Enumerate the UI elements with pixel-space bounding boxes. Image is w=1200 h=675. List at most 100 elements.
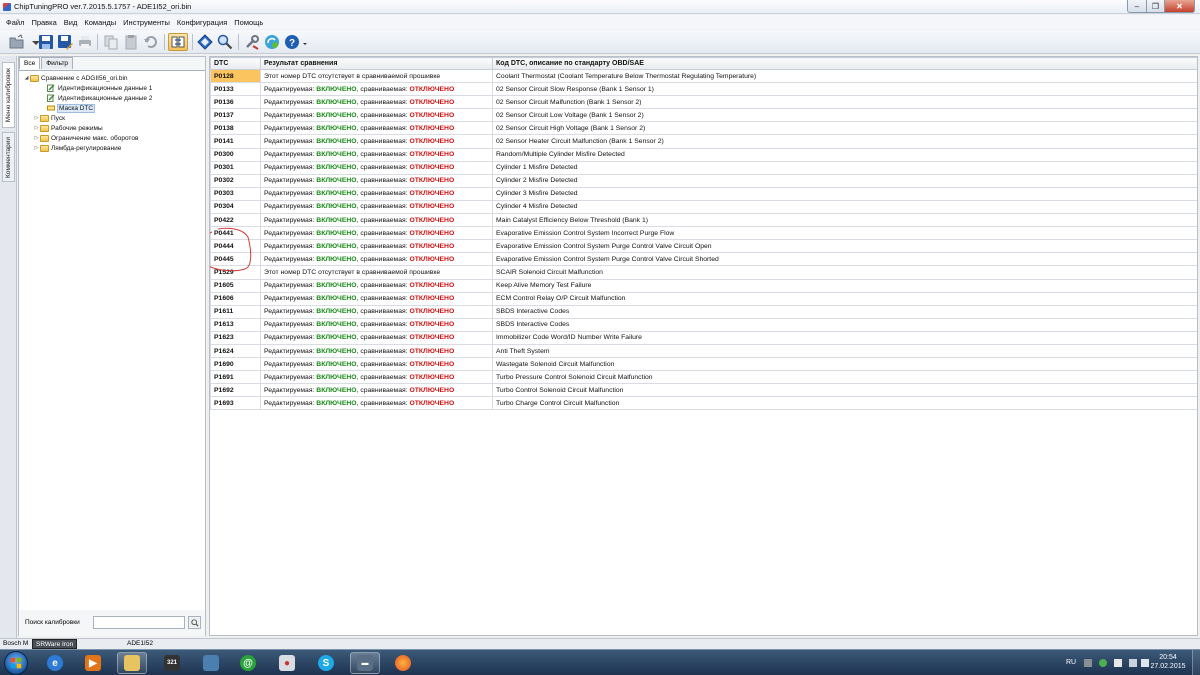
dtc-description-cell[interactable]: Random/Multiple Cylinder Misfire Detecte… [492, 147, 1197, 162]
table-row[interactable]: P1623 Редактируемая: ВКЛЮЧЕНО, сравниваем… [210, 330, 1197, 345]
tab-calibration-menu[interactable]: Меню калибровок [2, 62, 15, 128]
comparison-result-cell[interactable]: Редактируемая: ВКЛЮЧЕНО, сравниваемая: О… [260, 82, 493, 97]
dtc-description-cell[interactable]: Cylinder 4 Misfire Detected [492, 199, 1197, 215]
dtc-code-cell[interactable]: P0304 [210, 199, 261, 215]
table-row[interactable]: P1692 Редактируемая: ВКЛЮЧЕНО, сравниваем… [210, 383, 1197, 398]
dtc-description-cell[interactable]: 02 Sensor Circuit Slow Response (Bank 1 … [492, 82, 1197, 97]
comparison-result-cell[interactable]: Редактируемая: ВКЛЮЧЕНО, сравниваемая: О… [260, 160, 493, 175]
comparison-result-cell[interactable]: Редактируемая: ВКЛЮЧЕНО, сравниваемая: О… [260, 134, 493, 149]
collapsed-arrow-icon[interactable]: ▷ [33, 145, 40, 151]
chiptuning-icon[interactable]: ▬ [350, 652, 380, 674]
comparison-result-cell[interactable]: Редактируемая: ВКЛЮЧЕНО, сравниваемая: О… [260, 108, 493, 123]
tray-expand-icon[interactable] [1084, 659, 1092, 667]
ie-icon[interactable]: e [40, 652, 70, 674]
dtc-description-cell[interactable]: SBDS Interactive Codes [492, 304, 1197, 319]
tray-app-icon[interactable] [1099, 659, 1107, 667]
save-icon[interactable] [37, 33, 55, 51]
clock[interactable]: 20:54 27.02.2015 [1148, 653, 1188, 671]
table-row[interactable]: P1693 Редактируемая: ВКЛЮЧЕНО, сравниваем… [210, 396, 1197, 411]
copy-icon[interactable] [102, 33, 120, 51]
table-row[interactable]: P0300 Редактируемая: ВКЛЮЧЕНО, сравниваем… [210, 147, 1197, 162]
paste-icon[interactable] [122, 33, 140, 51]
collapsed-arrow-icon[interactable]: ▷ [33, 115, 40, 121]
dtc-code-cell[interactable]: P0445 [210, 252, 261, 267]
table-row[interactable]: P0302 Редактируемая: ВКЛЮЧЕНО, сравниваем… [210, 173, 1197, 188]
explorer-icon[interactable] [117, 652, 147, 674]
dtc-description-cell[interactable]: Evaporative Emission Control System Purg… [492, 252, 1197, 267]
dtc-code-cell[interactable]: P0138 [210, 121, 261, 136]
table-row[interactable]: P1605 Редактируемая: ВКЛЮЧЕНО, сравниваем… [210, 278, 1197, 293]
dtc-code-cell[interactable]: P0444 [210, 239, 261, 254]
mail-agent-icon[interactable]: @ [233, 652, 263, 674]
search-icon[interactable] [216, 33, 234, 51]
tab-comments[interactable]: Комментарии [2, 132, 15, 182]
table-row[interactable]: P0303 Редактируемая: ВКЛЮЧЕНО, сравниваем… [210, 186, 1197, 201]
dtc-description-cell[interactable]: 02 Sensor Circuit Low Voltage (Bank 1 Se… [492, 108, 1197, 123]
firefox-icon[interactable] [388, 652, 418, 674]
tree-item-dtc-mask[interactable]: Маска DTC [47, 103, 96, 113]
menu-help[interactable]: Помощь [234, 18, 263, 27]
dtc-description-cell[interactable]: SCAIR Solenoid Circuit Malfunction [492, 265, 1197, 280]
dtc-code-cell[interactable]: P0441 [210, 226, 261, 241]
expanded-arrow-icon[interactable]: ◢ [23, 75, 30, 81]
dtc-code-cell[interactable]: P0133 [210, 82, 261, 97]
table-row[interactable]: P0141 Редактируемая: ВКЛЮЧЕНО, сравниваем… [210, 134, 1197, 149]
tree-item-start[interactable]: ▷ Пуск [33, 113, 65, 123]
navigate-icon[interactable] [196, 33, 214, 51]
table-row[interactable]: P0133 Редактируемая: ВКЛЮЧЕНО, сравниваем… [210, 82, 1197, 97]
dtc-description-cell[interactable]: Cylinder 1 Misfire Detected [492, 160, 1197, 175]
print-icon[interactable] [76, 33, 94, 51]
table-row[interactable]: P1691 Редактируемая: ВКЛЮЧЕНО, сравниваем… [210, 370, 1197, 385]
tree-item-lambda[interactable]: ▷ Лямбда-регулирование [33, 143, 121, 153]
undo-icon[interactable] [142, 33, 160, 51]
open-icon[interactable] [8, 33, 26, 51]
menu-configuration[interactable]: Конфигурация [177, 18, 227, 27]
comparison-result-cell[interactable]: Редактируемая: ВКЛЮЧЕНО, сравниваемая: О… [260, 317, 493, 332]
dtc-code-cell[interactable]: P0128 [210, 68, 261, 84]
comparison-result-cell[interactable]: Редактируемая: ВКЛЮЧЕНО, сравниваемая: О… [260, 343, 493, 359]
dtc-description-cell[interactable]: 02 Sensor Circuit Malfunction (Bank 1 Se… [492, 95, 1197, 110]
show-desktop-button[interactable] [1192, 650, 1200, 675]
dtc-code-cell[interactable]: P1692 [210, 383, 261, 398]
menu-commands[interactable]: Команды [84, 18, 116, 27]
comparison-result-cell[interactable]: Редактируемая: ВКЛЮЧЕНО, сравниваемая: О… [260, 121, 493, 136]
close-button[interactable]: ✕ [1165, 0, 1195, 13]
action-center-icon[interactable] [1114, 659, 1122, 667]
table-row[interactable]: P1613 Редактируемая: ВКЛЮЧЕНО, сравниваем… [210, 317, 1197, 332]
dtc-description-cell[interactable]: ECM Control Relay O/P Circuit Malfunctio… [492, 291, 1197, 306]
comparison-result-cell[interactable]: Редактируемая: ВКЛЮЧЕНО, сравниваемая: О… [260, 383, 493, 398]
comparison-result-cell[interactable]: Редактируемая: ВКЛЮЧЕНО, сравниваемая: О… [260, 291, 493, 306]
dtc-description-cell[interactable]: Wastegate Solenoid Circuit Malfunction [492, 357, 1197, 372]
dtc-code-cell[interactable]: P1529 [210, 265, 261, 280]
dtc-description-cell[interactable]: 02 Sensor Circuit High Voltage (Bank 1 S… [492, 121, 1197, 136]
menu-edit[interactable]: Правка [31, 18, 56, 27]
dtc-description-cell[interactable]: Cylinder 2 Misfire Detected [492, 173, 1197, 188]
dtc-description-cell[interactable]: Evaporative Emission Control System Purg… [492, 239, 1197, 254]
table-row[interactable]: P0136 Редактируемая: ВКЛЮЧЕНО, сравниваем… [210, 95, 1197, 110]
table-row[interactable]: P1611 Редактируемая: ВКЛЮЧЕНО, сравниваем… [210, 304, 1197, 319]
dtc-code-cell[interactable]: P0137 [210, 108, 261, 123]
menu-file[interactable]: Файл [6, 18, 24, 27]
tools-icon[interactable] [243, 33, 261, 51]
dtc-code-cell[interactable]: P0301 [210, 160, 261, 175]
menu-tools[interactable]: Инструменты [123, 18, 170, 27]
dtc-description-cell[interactable]: Main Catalyst Efficiency Below Threshold… [492, 213, 1197, 228]
dtc-code-cell[interactable]: P1611 [210, 304, 261, 319]
dtc-code-cell[interactable]: P1623 [210, 330, 261, 345]
tree-item-comparison[interactable]: ◢ Сравнение с ADGII56_ori.bin [23, 73, 128, 83]
dtc-code-cell[interactable]: P1613 [210, 317, 261, 332]
toolbar-overflow-icon[interactable] [301, 33, 309, 51]
comparison-result-cell[interactable]: Редактируемая: ВКЛЮЧЕНО, сравниваемая: О… [260, 95, 493, 110]
dtc-description-cell[interactable]: 02 Sensor Heater Circuit Malfunction (Ba… [492, 134, 1197, 149]
dtc-description-cell[interactable]: Cylinder 3 Misfire Detected [492, 186, 1197, 201]
table-row[interactable]: P1529 Этот номер DTC отсутствует в сравни… [210, 265, 1197, 280]
comparison-result-cell[interactable]: Редактируемая: ВКЛЮЧЕНО, сравниваемая: О… [260, 370, 493, 385]
media-player-icon[interactable]: ▶ [78, 652, 108, 674]
collapsed-arrow-icon[interactable]: ▷ [33, 125, 40, 131]
comparison-result-cell[interactable]: Редактируемая: ВКЛЮЧЕНО, сравниваемая: О… [260, 357, 493, 372]
comparison-result-cell[interactable]: Редактируемая: ВКЛЮЧЕНО, сравниваемая: О… [260, 186, 493, 201]
table-row[interactable]: P0444 Редактируемая: ВКЛЮЧЕНО, сравниваем… [210, 239, 1197, 254]
start-button[interactable] [4, 651, 28, 675]
table-row[interactable]: P0304 Редактируемая: ВКЛЮЧЕНО, сравниваем… [210, 199, 1197, 215]
dtc-code-cell[interactable]: P1606 [210, 291, 261, 306]
